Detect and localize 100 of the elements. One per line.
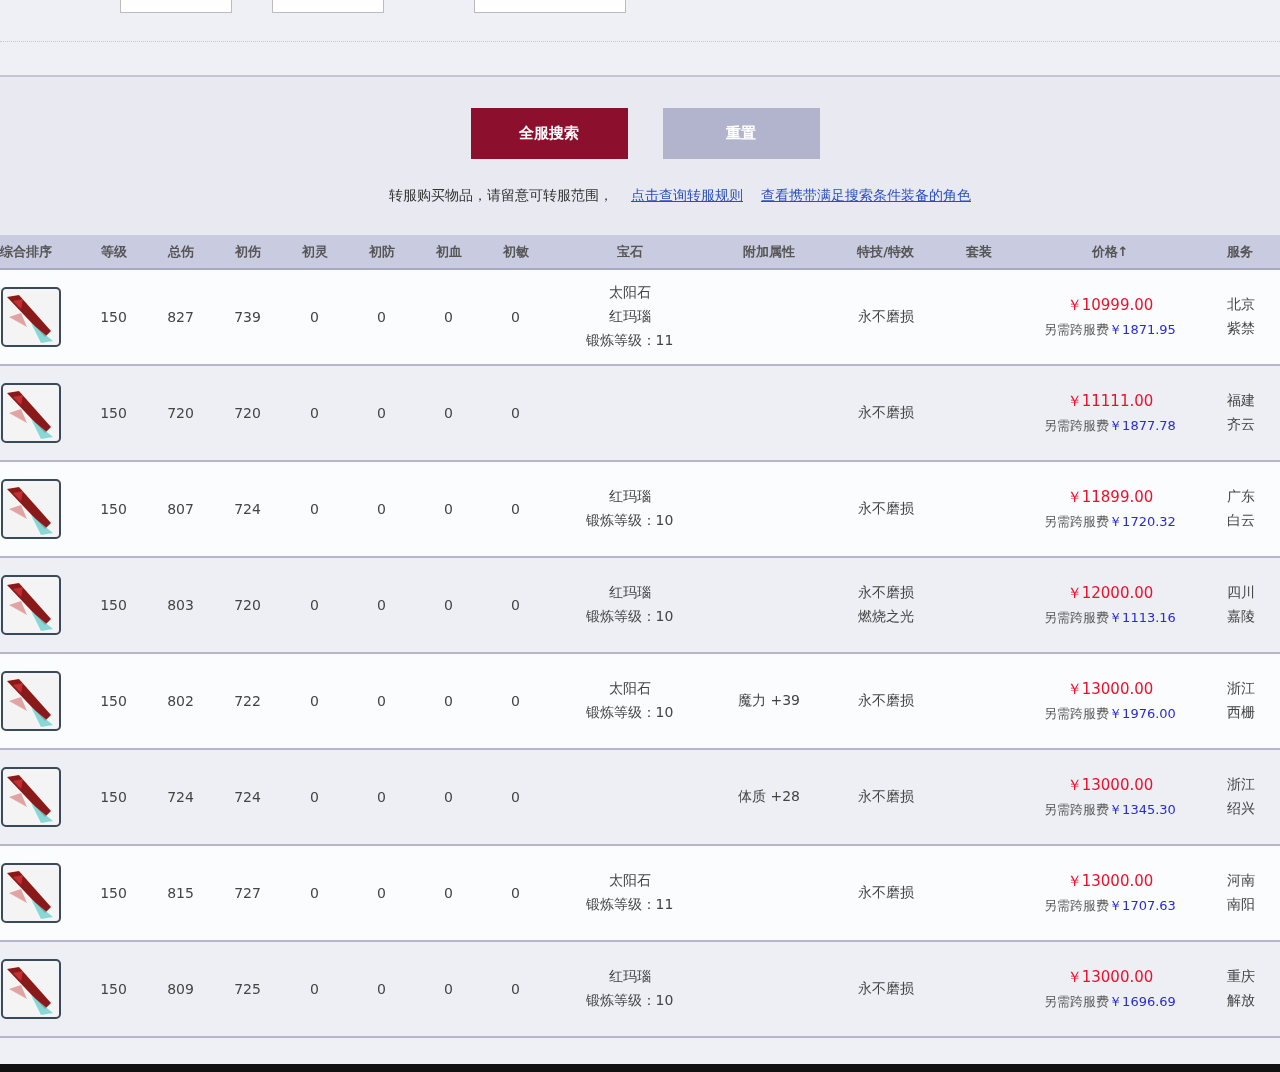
table-cell: 724 xyxy=(214,749,281,845)
notice-text: 转服购买物品，请留意可转服范围， xyxy=(389,187,613,205)
gem-text: 锻炼等级：11 xyxy=(585,896,674,914)
table-cell: 0 xyxy=(482,941,549,1037)
server-text: 白云 xyxy=(1227,512,1255,530)
server-text: 福建 xyxy=(1227,392,1255,410)
column-header[interactable]: 等级 xyxy=(80,235,147,269)
table-cell: 0 xyxy=(281,845,348,941)
weapon-icon[interactable] xyxy=(1,767,61,827)
gem-text: 太阳石 xyxy=(608,680,651,698)
gem-text: 红玛瑙 xyxy=(608,308,651,326)
table-cell: 0 xyxy=(281,557,348,653)
price-text: ￥10999.00 xyxy=(1066,295,1154,315)
weapon-icon[interactable] xyxy=(1,575,61,635)
gem-text: 锻炼等级：11 xyxy=(585,332,674,350)
gem-text: 锻炼等级：10 xyxy=(585,608,674,626)
table-cell: 0 xyxy=(482,365,549,461)
column-header[interactable]: 总伤 xyxy=(147,235,214,269)
skill-text: 永不磨损 xyxy=(857,980,914,998)
skill-text: 永不磨损 xyxy=(857,584,914,602)
column-header[interactable]: 价格↑ xyxy=(1015,235,1205,269)
column-header[interactable]: 宝石 xyxy=(549,235,710,269)
gem-text: 红玛瑙 xyxy=(608,968,651,986)
select-field[interactable] xyxy=(474,0,626,13)
table-cell: 0 xyxy=(281,653,348,749)
server-text: 绍兴 xyxy=(1227,800,1255,818)
column-header[interactable]: 服务 xyxy=(1205,235,1280,269)
server-text: 齐云 xyxy=(1227,416,1255,434)
table-cell: 739 xyxy=(214,269,281,365)
server-text: 解放 xyxy=(1227,992,1255,1010)
column-header[interactable]: 综合排序 xyxy=(0,235,80,269)
column-header[interactable]: 初灵 xyxy=(281,235,348,269)
skill-text: 永不磨损 xyxy=(857,500,914,518)
column-header[interactable]: 初血 xyxy=(415,235,482,269)
table-cell: 809 xyxy=(147,941,214,1037)
server-text: 北京 xyxy=(1227,296,1255,314)
server-text: 南阳 xyxy=(1227,896,1255,914)
fee-amount: ￥1877.78 xyxy=(1109,417,1176,433)
table-cell: 0 xyxy=(348,749,415,845)
table-cell: 0 xyxy=(482,749,549,845)
fee-amount: ￥1707.63 xyxy=(1109,897,1176,913)
gem-text: 锻炼等级：10 xyxy=(585,512,674,530)
skill-text: 燃烧之光 xyxy=(857,608,914,626)
gem-text: 锻炼等级：10 xyxy=(585,704,674,722)
gem-text: 锻炼等级：10 xyxy=(585,992,674,1010)
weapon-icon[interactable] xyxy=(1,863,61,923)
select-field[interactable] xyxy=(272,0,384,13)
table-cell: 150 xyxy=(80,749,147,845)
table-cell: 725 xyxy=(214,941,281,1037)
skill-text: 永不磨损 xyxy=(857,788,914,806)
gem-text: 红玛瑙 xyxy=(608,488,651,506)
skill-text: 永不磨损 xyxy=(857,308,914,326)
fee-amount: ￥1976.00 xyxy=(1109,705,1176,721)
table-cell: 0 xyxy=(482,653,549,749)
table-cell: 727 xyxy=(214,845,281,941)
weapon-icon[interactable] xyxy=(1,479,61,539)
table-cell: 0 xyxy=(281,365,348,461)
table-cell: 724 xyxy=(214,461,281,557)
table-cell: 150 xyxy=(80,365,147,461)
link[interactable]: 点击查询转服规则 xyxy=(631,187,743,205)
server-text: 西栅 xyxy=(1227,704,1255,722)
fee-label: 另需跨服费 xyxy=(1044,993,1110,1009)
column-header[interactable]: 初敏 xyxy=(482,235,549,269)
table-cell: 720 xyxy=(147,365,214,461)
fee-label: 另需跨服费 xyxy=(1044,801,1110,817)
column-header[interactable]: 套装 xyxy=(943,235,1015,269)
table-cell: 0 xyxy=(281,749,348,845)
table-cell: 150 xyxy=(80,461,147,557)
server-text: 浙江 xyxy=(1227,680,1255,698)
table-cell: 0 xyxy=(482,269,549,365)
server-text: 广东 xyxy=(1227,488,1255,506)
price-text: ￥11899.00 xyxy=(1066,487,1154,507)
column-header[interactable]: 初防 xyxy=(348,235,415,269)
column-header[interactable]: 初伤 xyxy=(214,235,281,269)
attribute-text: 魔力 +39 xyxy=(738,692,800,710)
fee-amount: ￥1871.95 xyxy=(1109,321,1176,337)
select-field[interactable] xyxy=(120,0,232,13)
server-text: 重庆 xyxy=(1227,968,1255,986)
weapon-icon[interactable] xyxy=(1,383,61,443)
fee-label: 另需跨服费 xyxy=(1044,513,1110,529)
table-cell: 724 xyxy=(147,749,214,845)
table-cell: 0 xyxy=(348,557,415,653)
table-cell: 0 xyxy=(415,461,482,557)
table-cell: 150 xyxy=(80,845,147,941)
link[interactable]: 查看携带满足搜索条件装备的角色 xyxy=(761,187,971,205)
fee-label: 另需跨服费 xyxy=(1044,417,1110,433)
column-header[interactable]: 附加属性 xyxy=(710,235,828,269)
gem-text: 太阳石 xyxy=(608,284,651,302)
weapon-icon[interactable] xyxy=(1,959,61,1019)
search-button[interactable]: 全服搜索 xyxy=(470,108,628,159)
fee-amount: ￥1345.30 xyxy=(1109,801,1176,817)
table-cell: 150 xyxy=(80,653,147,749)
weapon-icon[interactable] xyxy=(1,287,61,347)
table-cell: 807 xyxy=(147,461,214,557)
column-header[interactable]: 特技/特效 xyxy=(828,235,943,269)
table-cell: 722 xyxy=(214,653,281,749)
table-cell: 0 xyxy=(482,461,549,557)
table-cell: 802 xyxy=(147,653,214,749)
weapon-icon[interactable] xyxy=(1,671,61,731)
price-text: ￥13000.00 xyxy=(1066,679,1154,699)
